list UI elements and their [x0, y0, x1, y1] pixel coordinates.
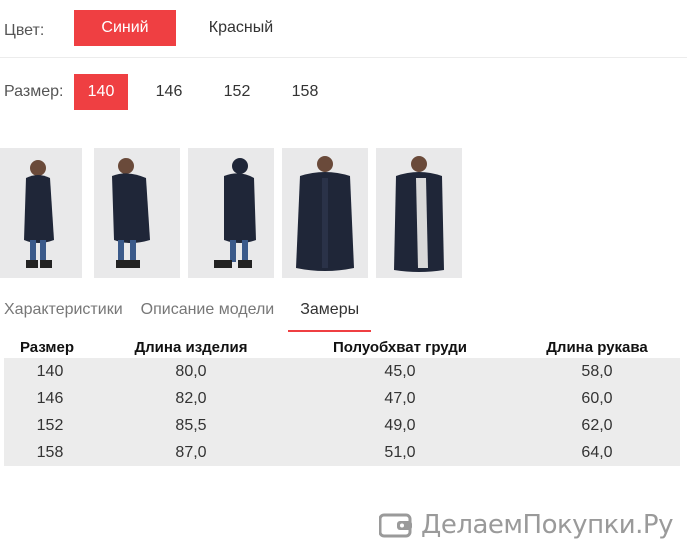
cell-length: 87,0: [175, 443, 207, 461]
cell-size: 152: [36, 416, 64, 434]
color-label: Цвет:: [4, 22, 45, 39]
product-thumbnail-3[interactable]: [188, 148, 274, 278]
header-chest: Полуобхват груди: [332, 338, 468, 356]
measurements-table: Размер Длина изделия Полуобхват груди Дл…: [4, 336, 680, 466]
coat-photo-open: [394, 156, 444, 272]
color-option-red[interactable]: Красный: [190, 10, 292, 46]
table-body: 140 80,0 45,0 58,0 146 82,0 47,0 60,0 15…: [4, 358, 680, 466]
divider: [0, 57, 687, 58]
coat-photo-back: [214, 158, 256, 268]
size-label: Размер:: [4, 83, 64, 100]
coat-photo-side-2: [112, 158, 150, 268]
cell-length: 82,0: [175, 389, 207, 407]
cell-length: 80,0: [175, 362, 207, 380]
cell-sleeve: 60,0: [581, 389, 613, 407]
cell-chest: 51,0: [384, 443, 416, 461]
product-thumbnail-5[interactable]: [376, 148, 462, 278]
cell-size: 140: [36, 362, 64, 380]
table-header: Размер Длина изделия Полуобхват груди Дл…: [4, 336, 680, 358]
product-thumbnail-4[interactable]: [282, 148, 368, 278]
tab-measurements[interactable]: Замеры: [288, 290, 372, 332]
cell-chest: 49,0: [384, 416, 416, 434]
product-thumbnail-1[interactable]: [0, 148, 82, 278]
size-option-152[interactable]: 152: [210, 74, 264, 110]
table-row: 152 85,5 49,0 62,0: [4, 412, 680, 439]
table-row: 146 82,0 47,0 60,0: [4, 385, 680, 412]
product-thumbnails: [0, 148, 474, 278]
cell-sleeve: 62,0: [581, 416, 613, 434]
coat-photo-front: [296, 156, 354, 271]
cell-sleeve: 58,0: [581, 362, 613, 380]
size-option-146[interactable]: 146: [142, 74, 196, 110]
tab-description[interactable]: Описание модели: [137, 290, 279, 332]
color-option-blue[interactable]: Синий: [74, 10, 176, 46]
coat-photo-side: [24, 160, 54, 268]
table-row: 140 80,0 45,0 58,0: [4, 358, 680, 385]
cell-chest: 47,0: [384, 389, 416, 407]
cell-chest: 45,0: [384, 362, 416, 380]
table-row: 158 87,0 51,0 64,0: [4, 439, 680, 466]
product-thumbnail-2[interactable]: [94, 148, 180, 278]
cell-size: 158: [36, 443, 64, 461]
header-size: Размер: [20, 338, 75, 356]
size-option-140[interactable]: 140: [74, 74, 128, 110]
product-tabs: Характеристики Описание модели Замеры: [0, 290, 381, 332]
tab-characteristics[interactable]: Характеристики: [0, 290, 127, 332]
header-length: Длина изделия: [134, 338, 248, 356]
watermark: ДелаемПокупки.Ру: [379, 510, 673, 540]
size-option-158[interactable]: 158: [278, 74, 332, 110]
header-sleeve: Длина рукава: [546, 338, 648, 356]
wallet-icon: [379, 513, 413, 538]
cell-sleeve: 64,0: [581, 443, 613, 461]
watermark-text: ДелаемПокупки.Ру: [421, 510, 673, 540]
cell-size: 146: [36, 389, 64, 407]
size-selector: Размер: 140 146 152 158: [0, 74, 687, 110]
color-selector: Цвет: Синий Красный: [0, 10, 687, 46]
cell-length: 85,5: [175, 416, 207, 434]
